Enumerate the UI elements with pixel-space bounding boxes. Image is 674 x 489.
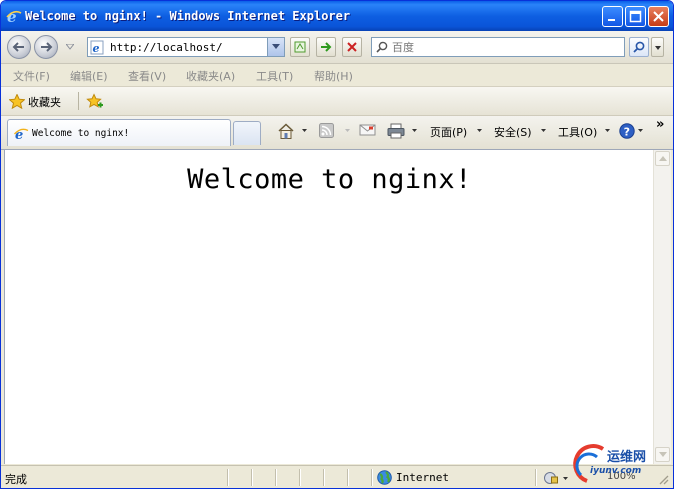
safety-menu-button[interactable]: 安全(S) bbox=[494, 123, 550, 141]
chevron-down-icon bbox=[272, 44, 280, 49]
minimize-button[interactable] bbox=[602, 6, 623, 27]
status-divider bbox=[299, 469, 301, 486]
menu-tools[interactable]: 工具(T) bbox=[256, 68, 293, 84]
ie-page-icon: e bbox=[14, 128, 29, 141]
forward-arrow-icon bbox=[41, 42, 53, 52]
status-divider bbox=[371, 469, 373, 486]
favorites-button-label[interactable]: 收藏夹 bbox=[28, 94, 61, 110]
help-dropdown-icon[interactable] bbox=[638, 129, 643, 132]
scroll-up-button[interactable] bbox=[655, 151, 670, 166]
search-button[interactable] bbox=[629, 37, 649, 57]
search-options-button[interactable] bbox=[651, 37, 664, 57]
status-divider bbox=[227, 469, 229, 486]
status-divider bbox=[323, 469, 325, 486]
page-dropdown-icon bbox=[477, 129, 482, 132]
security-zone-label: Internet bbox=[396, 471, 449, 484]
search-magnifier-icon bbox=[633, 41, 645, 53]
favorites-star-icon[interactable] bbox=[9, 94, 25, 109]
go-button[interactable] bbox=[316, 37, 336, 57]
toolbar-overflow-chevron[interactable]: » bbox=[656, 117, 664, 132]
status-divider bbox=[251, 469, 253, 486]
feeds-button[interactable] bbox=[319, 123, 335, 141]
navigation-bar: e http://localhost/ bbox=[1, 31, 673, 64]
home-dropdown-icon[interactable] bbox=[302, 129, 307, 132]
menu-favorites[interactable]: 收藏夹(A) bbox=[186, 68, 235, 84]
status-divider bbox=[275, 469, 277, 486]
menu-view[interactable]: 查看(V) bbox=[128, 68, 166, 84]
feeds-dropdown-icon[interactable] bbox=[345, 129, 350, 132]
tools-dropdown-icon bbox=[605, 129, 610, 132]
close-button[interactable] bbox=[648, 6, 669, 27]
menu-file[interactable]: 文件(F) bbox=[13, 68, 50, 84]
watermark-subtext: iyunv.com bbox=[590, 466, 642, 476]
page-heading: Welcome to nginx! bbox=[187, 164, 472, 195]
favorites-separator bbox=[78, 92, 79, 110]
status-divider bbox=[347, 469, 349, 486]
ie-window: e Welcome to nginx! - Windows Internet E… bbox=[0, 0, 674, 489]
address-field[interactable]: e http://localhost/ bbox=[87, 37, 285, 57]
mail-icon bbox=[359, 124, 376, 136]
read-mail-button[interactable] bbox=[359, 123, 377, 141]
go-arrow-icon bbox=[321, 42, 332, 52]
history-dropdown-icon[interactable] bbox=[66, 44, 74, 50]
tab-bar: e Welcome to nginx! 页面(P) 安全(S) 工具(O) ? … bbox=[1, 116, 673, 150]
svg-text:e: e bbox=[93, 42, 100, 55]
tab-welcome-to-nginx[interactable]: e Welcome to nginx! bbox=[7, 119, 231, 146]
menu-bar: 文件(F) 编辑(E) 查看(V) 收藏夹(A) 工具(T) 帮助(H) bbox=[1, 64, 673, 87]
search-icon bbox=[376, 41, 388, 53]
page-viewport[interactable]: Welcome to nginx! bbox=[4, 150, 654, 464]
page-menu-button[interactable]: 页面(P) bbox=[430, 123, 486, 141]
compatibility-view-icon bbox=[294, 41, 306, 53]
watermark-text: 运维网 bbox=[607, 450, 647, 465]
forward-button[interactable] bbox=[34, 35, 58, 59]
print-button[interactable] bbox=[387, 123, 407, 141]
search-input[interactable] bbox=[392, 39, 620, 55]
add-to-favorites-icon[interactable] bbox=[86, 93, 104, 110]
page-menu-label: 页面(P) bbox=[430, 126, 468, 139]
maximize-button[interactable] bbox=[625, 6, 646, 27]
window-title: Welcome to nginx! - Windows Internet Exp… bbox=[25, 9, 351, 23]
stop-button[interactable] bbox=[342, 37, 362, 57]
address-url: http://localhost/ bbox=[110, 41, 223, 54]
chevron-up-icon bbox=[659, 156, 667, 161]
maximize-icon bbox=[629, 10, 642, 23]
status-text: 完成 bbox=[5, 473, 27, 486]
search-field[interactable] bbox=[371, 37, 625, 57]
internet-zone-globe-icon bbox=[377, 470, 392, 485]
status-divider bbox=[535, 469, 537, 486]
menu-help[interactable]: 帮助(H) bbox=[314, 68, 353, 84]
help-icon: ? bbox=[619, 123, 635, 139]
new-tab-button[interactable] bbox=[233, 121, 261, 145]
rss-feed-icon bbox=[319, 123, 334, 138]
print-dropdown-icon[interactable] bbox=[412, 129, 417, 132]
home-icon bbox=[278, 123, 294, 139]
stop-x-icon bbox=[347, 42, 357, 52]
chevron-down-icon bbox=[655, 46, 661, 50]
address-dropdown-button[interactable] bbox=[267, 38, 284, 56]
favorites-bar: 收藏夹 bbox=[1, 87, 673, 116]
back-arrow-icon bbox=[12, 42, 24, 52]
compatibility-view-button[interactable] bbox=[290, 37, 310, 57]
close-icon bbox=[653, 11, 664, 22]
printer-icon bbox=[387, 123, 405, 139]
menu-edit[interactable]: 编辑(E) bbox=[70, 68, 108, 84]
ie-logo-icon: e bbox=[6, 8, 22, 24]
svg-text:?: ? bbox=[624, 125, 630, 138]
help-button[interactable]: ? bbox=[619, 123, 637, 141]
safety-menu-label: 安全(S) bbox=[494, 126, 532, 139]
title-bar[interactable]: e Welcome to nginx! - Windows Internet E… bbox=[1, 1, 673, 31]
tools-menu-button[interactable]: 工具(O) bbox=[558, 123, 614, 141]
protected-mode-icon[interactable] bbox=[543, 471, 559, 485]
home-button[interactable] bbox=[277, 123, 297, 141]
ie-page-icon: e bbox=[90, 40, 104, 55]
safety-dropdown-icon bbox=[541, 129, 546, 132]
minimize-icon bbox=[608, 19, 615, 21]
back-button[interactable] bbox=[7, 35, 31, 59]
tab-title: Welcome to nginx! bbox=[32, 128, 130, 139]
tools-menu-label: 工具(O) bbox=[558, 126, 598, 139]
vertical-scrollbar[interactable] bbox=[653, 150, 671, 464]
